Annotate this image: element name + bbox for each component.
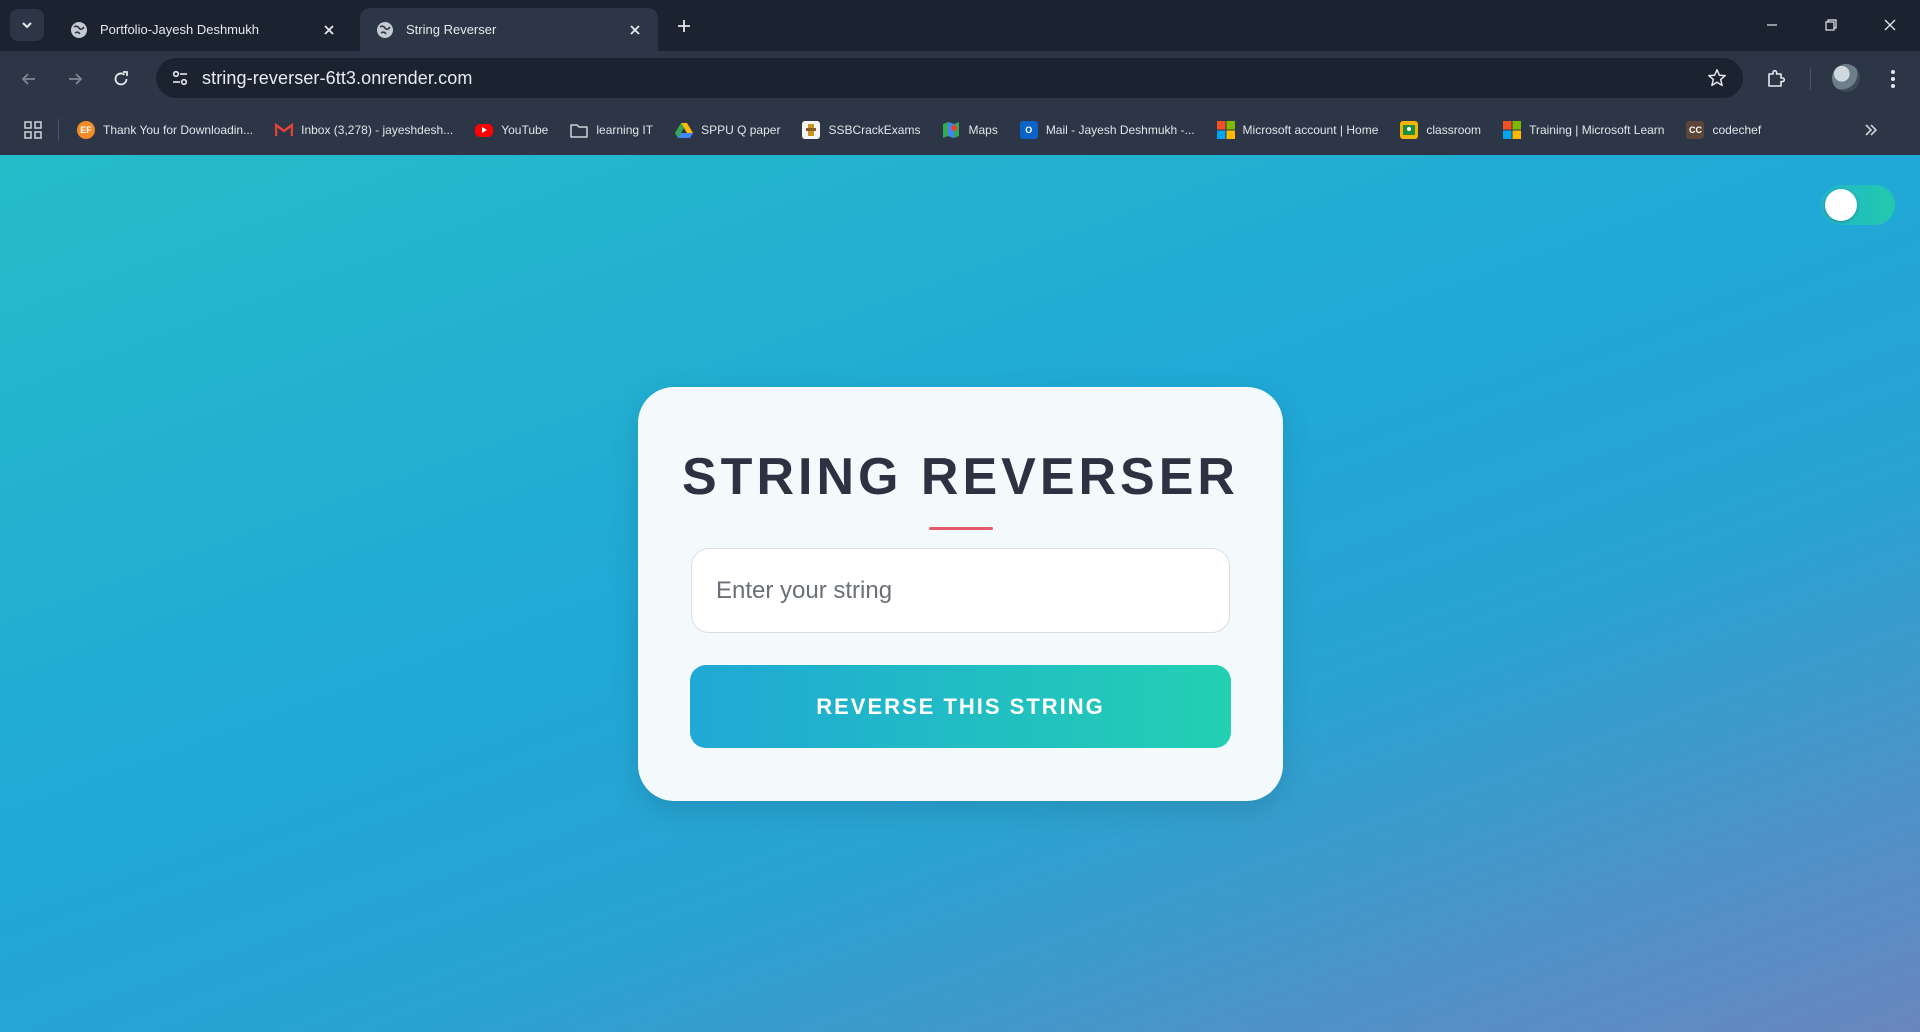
bookmark-label: Maps xyxy=(968,123,998,137)
bookmark-label: Training | Microsoft Learn xyxy=(1529,123,1665,137)
page-content: STRING REVERSER REVERSE THIS STRING xyxy=(0,155,1920,1032)
bookmark-label: Mail - Jayesh Deshmukh -... xyxy=(1045,123,1195,137)
bookmark-star-button[interactable] xyxy=(1705,66,1729,90)
menu-button[interactable] xyxy=(1878,64,1908,94)
outlook-icon: O xyxy=(1019,121,1038,139)
string-input[interactable] xyxy=(691,548,1230,633)
minimize-button[interactable] xyxy=(1752,8,1792,42)
bookmark-microsoft-account[interactable]: Microsoft account | Home xyxy=(1216,121,1379,139)
star-icon xyxy=(1708,69,1726,87)
browser-toolbar: string-reverser-6tt3.onrender.com xyxy=(0,51,1920,105)
more-vert-icon xyxy=(1891,70,1895,88)
restore-button[interactable] xyxy=(1811,8,1851,42)
tab-title: String Reverser xyxy=(406,22,497,37)
gmail-icon xyxy=(275,121,294,139)
tab-strip: Portfolio-Jayesh Deshmukh String Reverse… xyxy=(0,0,1920,51)
bookmark-label: classroom xyxy=(1426,123,1482,137)
close-icon[interactable] xyxy=(624,19,646,41)
bookmark-label: Thank You for Downloadin... xyxy=(103,123,254,137)
bookmark-microsoft-learn[interactable]: Training | Microsoft Learn xyxy=(1503,121,1664,139)
address-bar[interactable]: string-reverser-6tt3.onrender.com xyxy=(156,58,1743,98)
globe-icon xyxy=(377,21,393,38)
title-underline xyxy=(929,527,993,530)
bookmark-label: Microsoft account | Home xyxy=(1242,123,1379,137)
apps-button[interactable] xyxy=(22,119,44,141)
close-icon[interactable] xyxy=(318,19,340,41)
forward-button[interactable] xyxy=(60,64,90,94)
reverser-card: STRING REVERSER REVERSE THIS STRING xyxy=(638,387,1283,801)
bookmarks-separator xyxy=(58,119,59,141)
bookmark-gmail[interactable]: Inbox (3,278) - jayeshdesh... xyxy=(275,121,453,139)
site-info-button[interactable] xyxy=(166,64,194,92)
tab-string-reverser[interactable]: String Reverser xyxy=(360,8,658,51)
minimize-icon xyxy=(1767,24,1777,26)
restore-icon xyxy=(1825,19,1837,31)
microsoft-icon xyxy=(1216,121,1235,139)
tune-icon xyxy=(172,70,188,86)
extensions-button[interactable] xyxy=(1761,64,1791,94)
reload-icon xyxy=(114,71,128,86)
reverse-button[interactable]: REVERSE THIS STRING xyxy=(690,665,1231,748)
bookmark-folder-learning-it[interactable]: learning IT xyxy=(570,121,653,139)
double-chevron-right-icon xyxy=(1865,124,1878,136)
bookmark-youtube[interactable]: YouTube xyxy=(475,123,548,137)
avatar[interactable] xyxy=(1832,64,1860,92)
puzzle-icon xyxy=(1768,69,1786,87)
bookmark-label: learning IT xyxy=(596,123,654,137)
microsoft-icon xyxy=(1503,121,1522,139)
bookmarks-overflow-button[interactable] xyxy=(1860,119,1882,141)
tab-search-button[interactable] xyxy=(10,9,44,41)
bookmark-outlook[interactable]: O Mail - Jayesh Deshmukh -... xyxy=(1019,121,1195,139)
folder-icon xyxy=(570,121,589,139)
drive-icon xyxy=(675,121,694,139)
classroom-icon xyxy=(1400,121,1419,139)
back-button[interactable] xyxy=(14,64,44,94)
maps-icon xyxy=(942,121,960,139)
bookmarks-bar: EF Thank You for Downloadin... Inbox (3,… xyxy=(0,105,1920,155)
tab-title: Portfolio-Jayesh Deshmukh xyxy=(100,22,259,37)
apps-grid-icon xyxy=(24,121,42,139)
toggle-knob[interactable] xyxy=(1825,189,1857,221)
toolbar-separator xyxy=(1810,68,1811,90)
close-icon xyxy=(1884,19,1896,31)
bookmark-ssbcrackexams[interactable]: SSBCrackExams xyxy=(802,121,920,139)
bookmark-codechef[interactable]: CC codechef xyxy=(1686,121,1761,139)
ssb-icon xyxy=(802,121,821,139)
theme-toggle[interactable] xyxy=(1821,185,1895,225)
bookmark-ef[interactable]: EF Thank You for Downloadin... xyxy=(77,121,253,139)
arrow-right-icon xyxy=(69,73,83,85)
codechef-icon: CC xyxy=(1686,121,1705,139)
youtube-icon xyxy=(475,123,494,137)
bookmark-label: SPPU Q paper xyxy=(701,123,781,137)
bookmark-label: YouTube xyxy=(501,123,549,137)
ef-icon: EF xyxy=(77,121,95,139)
bookmark-label: SSBCrackExams xyxy=(828,123,921,137)
bookmark-sppu[interactable]: SPPU Q paper xyxy=(675,121,780,139)
plus-icon xyxy=(678,20,690,32)
chevron-down-icon xyxy=(22,22,32,29)
reload-button[interactable] xyxy=(106,64,136,94)
page-title: STRING REVERSER xyxy=(682,448,1239,506)
bookmark-maps[interactable]: Maps xyxy=(942,121,998,139)
bookmark-classroom[interactable]: classroom xyxy=(1400,121,1481,139)
bookmark-label: Inbox (3,278) - jayeshdesh... xyxy=(301,123,454,137)
globe-icon xyxy=(71,21,87,38)
close-window-button[interactable] xyxy=(1870,8,1910,42)
bookmark-label: codechef xyxy=(1712,123,1762,137)
new-tab-button[interactable] xyxy=(670,12,698,40)
tab-portfolio[interactable]: Portfolio-Jayesh Deshmukh xyxy=(54,8,352,51)
arrow-left-icon xyxy=(21,73,35,85)
url-text[interactable]: string-reverser-6tt3.onrender.com xyxy=(202,68,472,89)
